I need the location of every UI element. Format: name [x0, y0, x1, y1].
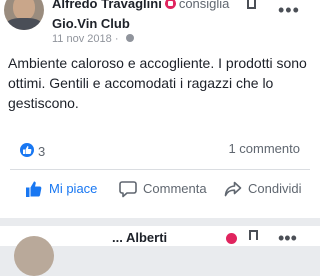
- post-header: Alfredo Travaglini consiglia: [52, 0, 229, 11]
- comment-button[interactable]: Commenta: [119, 178, 209, 200]
- like-label: Mi piace: [49, 181, 98, 196]
- like-reaction-icon[interactable]: [20, 143, 34, 157]
- like-button[interactable]: Mi piace: [25, 178, 105, 200]
- bookmark-icon[interactable]: [249, 230, 258, 240]
- share-label: Condividi: [248, 181, 302, 196]
- more-options-icon[interactable]: •••: [278, 229, 297, 247]
- page-name[interactable]: Gio.Vin Club: [52, 16, 130, 31]
- avatar-shirt: [6, 18, 42, 30]
- next-post-card: ... Alberti •••: [0, 226, 320, 276]
- recommend-icon: [226, 233, 237, 244]
- like-count[interactable]: 3: [38, 144, 45, 159]
- post-date[interactable]: 11 nov 2018: [52, 33, 112, 45]
- more-options-icon[interactable]: •••: [278, 1, 300, 19]
- divider: [10, 169, 310, 170]
- recommend-icon: [164, 0, 176, 9]
- comment-label: Commenta: [143, 181, 207, 196]
- share-icon: [224, 181, 242, 197]
- avatar-face: [13, 0, 35, 20]
- author-name[interactable]: Alfredo Travaglini: [52, 0, 162, 11]
- post-text: Ambiente caloroso e accogliente. I prodo…: [8, 55, 307, 111]
- recommend-verb: consiglia: [178, 0, 230, 11]
- globe-icon: [125, 34, 134, 42]
- bookmark-icon[interactable]: [247, 0, 256, 9]
- author-name[interactable]: ... Alberti: [112, 230, 167, 245]
- comment-icon: [119, 181, 137, 198]
- post-card: Alfredo Travaglini consiglia Gio.Vin Club…: [0, 0, 320, 218]
- avatar[interactable]: [14, 236, 54, 276]
- avatar[interactable]: [4, 0, 44, 30]
- comment-count[interactable]: 1 commento: [228, 141, 300, 156]
- post-meta: 11 nov 2018 ·: [52, 33, 134, 45]
- thumbs-up-icon: [26, 181, 42, 197]
- share-button[interactable]: Condividi: [224, 178, 314, 200]
